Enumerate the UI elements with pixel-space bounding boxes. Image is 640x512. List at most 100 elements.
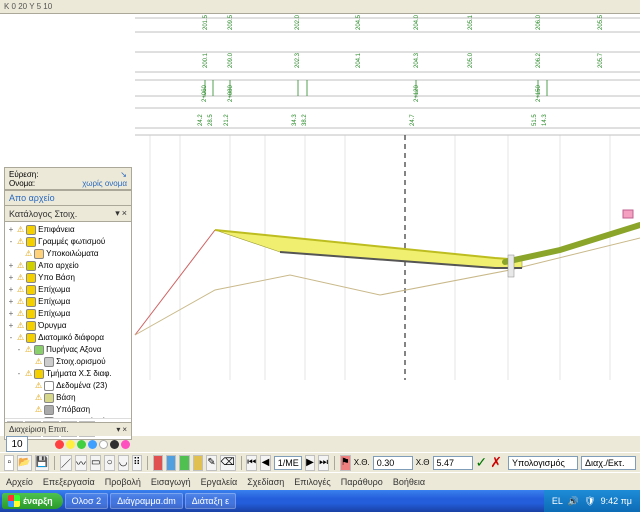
cancel-button[interactable]: ✗ xyxy=(490,455,502,471)
layer-tree[interactable]: +⚠Επιφάνεια-⚠Γραμμές φωτισμού⚠Υποκοιλώμα… xyxy=(5,222,131,418)
tray-clock[interactable]: 9:42 πμ xyxy=(601,496,632,506)
dot-red[interactable] xyxy=(55,440,64,449)
tree-item[interactable]: -⚠Πυρήνας Αξονα xyxy=(7,344,129,356)
tree-item[interactable]: +⚠Υπο Βάση xyxy=(7,272,129,284)
svg-text:205.0: 205.0 xyxy=(468,52,474,68)
tree-item[interactable]: ⚠Δεδομένα (23) xyxy=(7,380,129,392)
menu-εισαγωγή[interactable]: Εισαγωγή xyxy=(151,477,191,487)
name-label: Ονομα: xyxy=(9,179,35,188)
spin-value[interactable]: 10 xyxy=(6,436,28,452)
nav-first[interactable]: ⏮ xyxy=(246,455,257,471)
nav-prev[interactable]: ◀ xyxy=(260,455,270,471)
menu-σχεδίαση[interactable]: Σχεδίαση xyxy=(247,477,284,487)
menu-αρχείο[interactable]: Αρχείο xyxy=(6,477,33,487)
svg-text:209.0: 209.0 xyxy=(228,52,234,68)
tree-item[interactable]: +⚠Επιφάνεια xyxy=(7,224,129,236)
save-icon[interactable]: 💾 xyxy=(35,455,49,471)
open-icon[interactable]: 📂 xyxy=(17,455,31,471)
dot-white[interactable] xyxy=(99,440,108,449)
tree-item[interactable]: -⚠Γραμμές φωτισμού xyxy=(7,236,129,248)
pin-icon[interactable]: ▾ xyxy=(115,208,120,219)
tool-a[interactable] xyxy=(153,455,163,471)
svg-text:206.2: 206.2 xyxy=(536,52,542,68)
tool-more[interactable]: ⠿ xyxy=(132,455,142,471)
chainage-field[interactable]: 5.47 xyxy=(433,456,473,470)
palette-strip: 10 xyxy=(4,436,132,452)
tool-poly[interactable]: 〰 xyxy=(75,455,87,471)
svg-text:14.3: 14.3 xyxy=(542,114,548,126)
section-handle[interactable] xyxy=(508,255,514,277)
station-field[interactable]: 0.30 xyxy=(373,456,413,470)
from-file-link[interactable]: Απο αρχείο xyxy=(9,193,55,203)
menu-βοήθεια[interactable]: Βοήθεια xyxy=(393,477,425,487)
start-button[interactable]: έναρξη xyxy=(2,493,63,509)
svg-text:24.7: 24.7 xyxy=(410,114,416,126)
cut-slope xyxy=(135,230,215,335)
layers-panel-title: Απο αρχείο xyxy=(5,191,131,206)
tree-item[interactable]: +⚠Επίχωμα xyxy=(7,308,129,320)
svg-text:205.7: 205.7 xyxy=(598,52,604,68)
chainage-label: Χ.Θ xyxy=(416,458,430,467)
dot-blue[interactable] xyxy=(88,440,97,449)
marker xyxy=(623,210,633,218)
flag-icon[interactable]: ⚑ xyxy=(340,455,351,471)
tool-circle[interactable]: ○ xyxy=(104,455,114,471)
tool-b[interactable] xyxy=(166,455,176,471)
svg-text:202.3: 202.3 xyxy=(295,52,301,68)
tool-c[interactable] xyxy=(179,455,189,471)
task-item-2[interactable]: Διάγραμμα.dm xyxy=(110,493,183,509)
tree-item[interactable]: ⚠Βάση xyxy=(7,392,129,404)
accept-button[interactable]: ✓ xyxy=(476,455,488,471)
svg-text:205.1: 205.1 xyxy=(468,14,474,30)
tool-rect[interactable]: ▭ xyxy=(90,455,101,471)
tree-item[interactable]: -⚠Διατομικό διάφορα xyxy=(7,332,129,344)
name-hint[interactable]: χωρίς ονομα xyxy=(82,179,127,188)
dot-green[interactable] xyxy=(77,440,86,449)
pin-icon[interactable]: ▾ xyxy=(116,425,120,434)
svg-text:205.5: 205.5 xyxy=(598,14,604,30)
tool-e[interactable]: ✎ xyxy=(206,455,216,471)
menu-προβολή[interactable]: Προβολή xyxy=(105,477,141,487)
svg-text:34.3: 34.3 xyxy=(292,114,298,126)
print-button[interactable]: Διαχ./Εκτ. xyxy=(581,456,636,470)
task-item-3[interactable]: Διάταξη ε xyxy=(185,493,236,509)
tree-item[interactable]: +⚠Όρυγμα xyxy=(7,320,129,332)
dot-black[interactable] xyxy=(110,440,119,449)
menu-παράθυρο[interactable]: Παράθυρο xyxy=(341,477,383,487)
tool-line[interactable]: ／ xyxy=(60,455,72,471)
nav-next[interactable]: ▶ xyxy=(305,455,315,471)
tree-item[interactable]: -⚠Τμήματα Χ.Σ διαφ. xyxy=(7,368,129,380)
dot-yellow[interactable] xyxy=(66,440,75,449)
system-tray: EL 🔊 🛡 9:42 πμ xyxy=(544,490,640,512)
calc-button[interactable]: Υπολογισμός xyxy=(508,456,578,470)
menu-επιλογές[interactable]: Επιλογές xyxy=(294,477,330,487)
tool-f[interactable]: ⌫ xyxy=(220,455,236,471)
menu-εργαλεία[interactable]: Εργαλεία xyxy=(201,477,238,487)
tool-arc[interactable]: ◡ xyxy=(118,455,129,471)
svg-text:202.0: 202.0 xyxy=(295,14,301,30)
svg-text:2+150: 2+150 xyxy=(536,84,542,102)
tray-lang[interactable]: EL xyxy=(552,496,563,506)
tray-icon-2[interactable]: 🛡 xyxy=(584,496,595,507)
svg-text:200.1: 200.1 xyxy=(203,52,209,68)
close-icon[interactable]: × xyxy=(122,425,127,434)
tool-d[interactable] xyxy=(193,455,203,471)
tray-icon-1[interactable]: 🔊 xyxy=(568,496,579,507)
new-icon[interactable]: ▫ xyxy=(4,455,14,471)
taskbar: έναρξη Ολοσ 2 Διάγραμμα.dm Διάταξη ε EL … xyxy=(0,490,640,512)
tree-item[interactable]: ⚠Υποκοιλώματα xyxy=(7,248,129,260)
menu-επεξεργασία[interactable]: Επεξεργασία xyxy=(43,477,95,487)
close-icon[interactable]: × xyxy=(122,208,127,219)
nav-last[interactable]: ⏭ xyxy=(318,455,329,471)
svg-text:51.5: 51.5 xyxy=(532,114,538,126)
tree-item[interactable]: ⚠Υπόβαση xyxy=(7,404,129,416)
tree-item[interactable]: +⚠Επίχωμα xyxy=(7,284,129,296)
tree-item[interactable]: ⚠Στοιχ.ορισμού xyxy=(7,356,129,368)
svg-text:38.2: 38.2 xyxy=(302,114,308,126)
tree-item[interactable]: +⚠Απο αρχείο xyxy=(7,260,129,272)
find-arrow-icon[interactable]: ↘ xyxy=(120,170,127,179)
scale-field[interactable]: 1/ME xyxy=(274,456,302,470)
dot-pink[interactable] xyxy=(121,440,130,449)
task-item-1[interactable]: Ολοσ 2 xyxy=(65,493,108,509)
tree-item[interactable]: +⚠Επίχωμα xyxy=(7,296,129,308)
